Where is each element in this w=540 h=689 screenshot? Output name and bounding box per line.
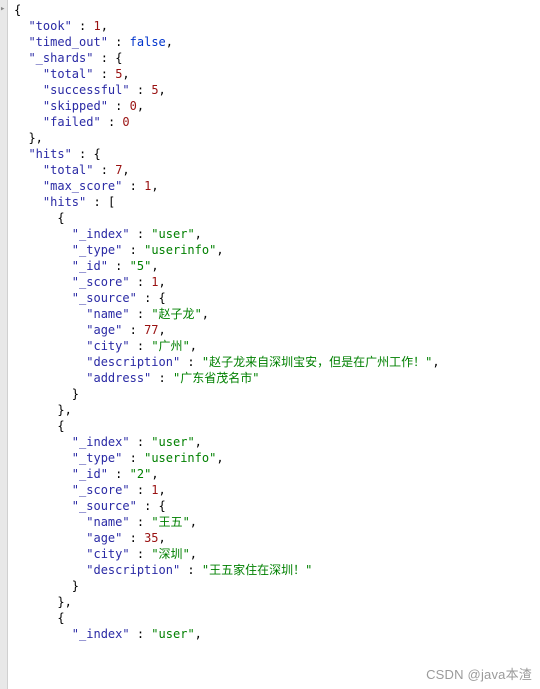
hit1-id: 2: [137, 467, 144, 481]
shards-failed: 0: [122, 115, 129, 129]
shards-successful: 5: [151, 83, 158, 97]
timed-out-value: false: [130, 35, 166, 49]
hit1-city: 深圳: [159, 547, 183, 561]
took-value: 1: [94, 19, 101, 33]
gutter: ▸: [0, 0, 8, 689]
hit0-description: 赵子龙来自深圳宝安，但是在广州工作！: [209, 355, 425, 369]
hit0-score: 1: [151, 275, 158, 289]
watermark: CSDN @java本渣: [426, 667, 532, 683]
hit0-index: user: [159, 227, 188, 241]
json-code-block: { "took" : 1, "timed_out" : false, "_sha…: [0, 0, 540, 642]
hit1-description: 王五家住在深圳！: [209, 563, 305, 577]
hit0-age: 77: [144, 323, 158, 337]
hit1-score: 1: [151, 483, 158, 497]
fold-marker-icon: ▸: [0, 1, 5, 17]
hit0-city: 广州: [159, 339, 183, 353]
hit1-age: 35: [144, 531, 158, 545]
hit0-name: 赵子龙: [159, 307, 195, 321]
hit1-name: 王五: [159, 515, 183, 529]
hit2-index: user: [159, 627, 188, 641]
hit0-id: 5: [137, 259, 144, 273]
shards-skipped: 0: [130, 99, 137, 113]
hit1-index: user: [159, 435, 188, 449]
hit0-address: 广东省茂名市: [180, 371, 252, 385]
hit0-type: userinfo: [151, 243, 209, 257]
hit1-type: userinfo: [151, 451, 209, 465]
